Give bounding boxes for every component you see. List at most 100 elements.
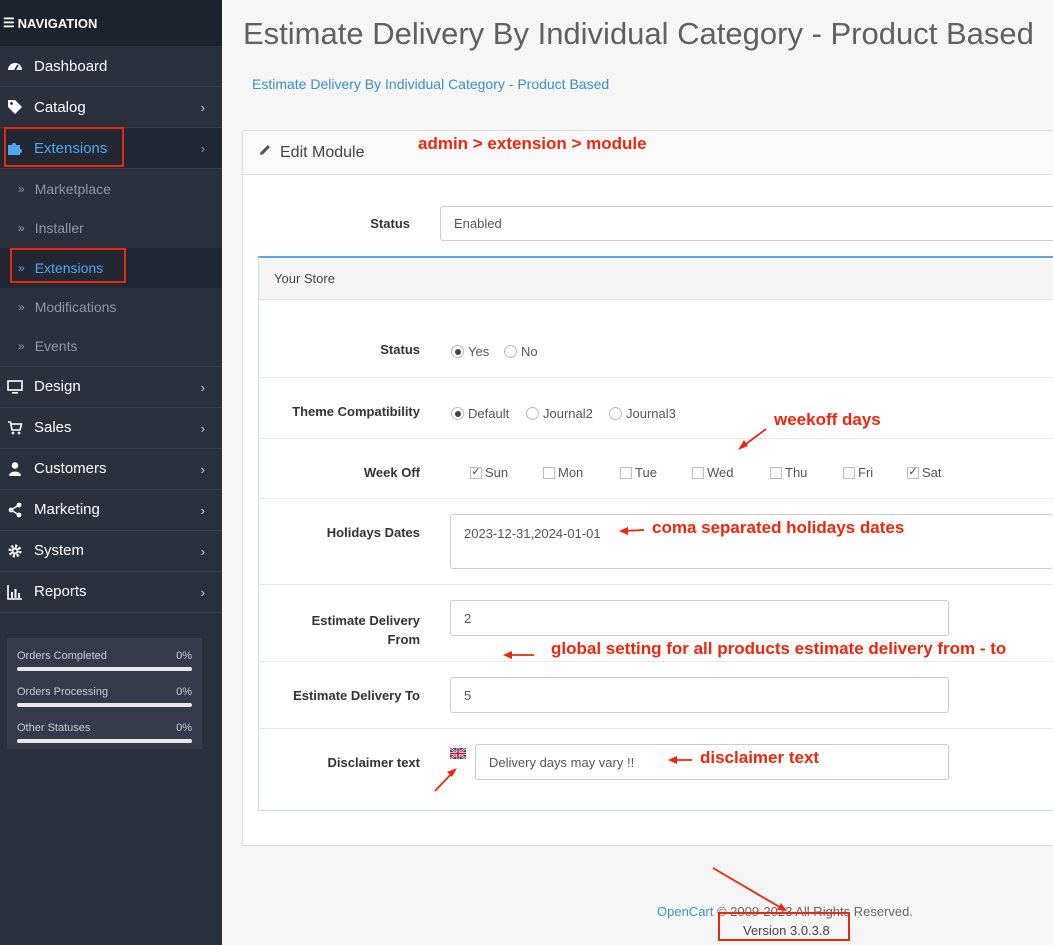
breadcrumb-link[interactable]: Estimate Delivery By Individual Category… bbox=[252, 76, 609, 92]
chevron-right-icon: › bbox=[200, 461, 205, 477]
sub-item-events[interactable]: » Events bbox=[0, 327, 222, 367]
store-heading: Your Store bbox=[259, 258, 1053, 300]
opencart-link[interactable]: OpenCart bbox=[657, 904, 713, 919]
status-no-radio[interactable]: No bbox=[504, 344, 538, 359]
row-separator bbox=[259, 584, 1053, 585]
double-chevron-icon: » bbox=[18, 300, 25, 315]
stat-label: Orders Completed bbox=[17, 650, 107, 662]
store-status-label: Status bbox=[380, 342, 420, 357]
checkbox-box bbox=[692, 466, 704, 479]
checkbox-label: Wed bbox=[707, 465, 734, 480]
stat-label: Other Statuses bbox=[17, 722, 91, 734]
checkbox-label: Sat bbox=[922, 465, 942, 480]
menu-item-dashboard[interactable]: Dashboard bbox=[0, 46, 222, 87]
delivery-from-label: Estimate Delivery From bbox=[280, 611, 420, 649]
stat-progress-bar bbox=[17, 667, 192, 671]
chevron-right-icon: › bbox=[200, 100, 205, 115]
weekoff-tue-checkbox[interactable]: Tue bbox=[620, 465, 657, 480]
checkmark-icon: ✓ bbox=[907, 466, 919, 479]
delivery-from-input[interactable]: 2 bbox=[450, 600, 949, 636]
weekoff-thu-checkbox[interactable]: Thu bbox=[770, 465, 807, 480]
radio-circle bbox=[504, 345, 517, 358]
chevron-right-icon: › bbox=[200, 141, 205, 156]
theme-journal2-radio[interactable]: Journal2 bbox=[526, 406, 593, 421]
delivery-from-label-line2: From bbox=[387, 632, 421, 647]
stat-value: 0% bbox=[176, 722, 192, 734]
menu-label: Reports bbox=[34, 583, 87, 600]
sub-label: Installer bbox=[34, 220, 84, 237]
sub-item-modifications[interactable]: » Modifications bbox=[0, 287, 222, 327]
row-separator bbox=[259, 498, 1053, 499]
sub-item-marketplace[interactable]: » Marketplace bbox=[0, 169, 222, 209]
delivery-to-label: Estimate Delivery To bbox=[293, 688, 420, 703]
checkbox-label: Fri bbox=[858, 465, 874, 480]
sub-item-installer[interactable]: » Installer bbox=[0, 208, 222, 248]
checkmark-icon: ✓ bbox=[470, 466, 482, 479]
menu-label: Dashboard bbox=[34, 57, 108, 75]
theme-default-radio[interactable]: Default bbox=[451, 406, 509, 421]
row-separator bbox=[259, 438, 1053, 439]
annotation-path: admin > extension > module bbox=[418, 134, 647, 153]
menu-item-sales[interactable]: Sales › bbox=[0, 408, 222, 449]
panel-heading-label: Edit Module bbox=[280, 143, 365, 161]
delivery-to-input[interactable]: 5 bbox=[450, 677, 949, 713]
radio-circle bbox=[451, 345, 464, 358]
stat-progress-bar bbox=[17, 739, 192, 743]
uk-flag-icon bbox=[450, 748, 466, 759]
annotation-box-version bbox=[718, 912, 850, 941]
menu-label: Customers bbox=[34, 460, 107, 477]
double-chevron-icon: » bbox=[18, 181, 25, 196]
stat-value: 0% bbox=[176, 650, 192, 662]
menu-label: Sales bbox=[34, 419, 72, 436]
sub-label: Marketplace bbox=[34, 180, 111, 197]
delivery-from-label-line1: Estimate Delivery bbox=[311, 613, 420, 628]
weekoff-wed-checkbox[interactable]: Wed bbox=[692, 465, 734, 480]
double-chevron-icon: » bbox=[18, 221, 25, 236]
chevron-right-icon: › bbox=[200, 420, 205, 436]
radio-label: Default bbox=[468, 406, 510, 421]
module-status-select[interactable]: Enabled bbox=[440, 206, 1053, 241]
stat-value: 0% bbox=[176, 686, 192, 698]
panel-heading: Edit Module bbox=[243, 131, 1053, 175]
tag-icon bbox=[7, 99, 23, 115]
order-stats: Orders Completed 0% Orders Processing 0% O… bbox=[7, 638, 202, 749]
row-separator bbox=[259, 661, 1053, 662]
weekoff-mon-checkbox[interactable]: Mon bbox=[543, 465, 583, 480]
chevron-right-icon: › bbox=[200, 584, 205, 600]
stat-orders-processing: Orders Processing 0% bbox=[17, 686, 192, 720]
gear-icon bbox=[7, 543, 23, 559]
menu-item-marketing[interactable]: Marketing › bbox=[0, 490, 222, 531]
status-label: Status bbox=[370, 216, 410, 231]
user-icon bbox=[7, 461, 23, 477]
radio-label: Journal2 bbox=[543, 406, 593, 421]
radio-label: Journal3 bbox=[626, 406, 676, 421]
checkbox-label: Tue bbox=[635, 465, 657, 480]
checkbox-box bbox=[843, 466, 855, 479]
radio-circle bbox=[609, 407, 622, 420]
menu-item-customers[interactable]: Customers › bbox=[0, 449, 222, 490]
theme-journal3-radio[interactable]: Journal3 bbox=[609, 406, 676, 421]
weekoff-fri-checkbox[interactable]: Fri bbox=[843, 465, 873, 480]
annotation-box-extensions-sub bbox=[10, 248, 126, 283]
checkbox-label: Thu bbox=[785, 465, 808, 480]
row-separator bbox=[259, 728, 1053, 729]
checkbox-box bbox=[620, 466, 632, 479]
stat-orders-completed: Orders Completed 0% bbox=[17, 650, 192, 684]
annotation-box-extensions-menu bbox=[4, 127, 124, 167]
weekoff-sun-checkbox[interactable]: ✓ Sun bbox=[470, 465, 508, 480]
menu-item-reports[interactable]: Reports › bbox=[0, 572, 222, 613]
menu-item-design[interactable]: Design › bbox=[0, 367, 222, 408]
menu-item-system[interactable]: System › bbox=[0, 531, 222, 572]
checkbox-box bbox=[770, 466, 782, 479]
status-yes-radio[interactable]: Yes bbox=[451, 344, 489, 359]
radio-circle bbox=[526, 407, 539, 420]
weekoff-sat-checkbox[interactable]: ✓ Sat bbox=[907, 465, 942, 480]
annotation-holidays: coma separated holidays dates bbox=[652, 518, 905, 537]
stat-label: Orders Processing bbox=[17, 686, 109, 698]
annotation-global: global setting for all products estimate… bbox=[551, 639, 1007, 658]
dashboard-icon bbox=[7, 58, 23, 74]
nav-header[interactable]: ☰ NAVIGATION bbox=[0, 0, 222, 46]
menu-label: Design bbox=[34, 378, 81, 395]
menu-item-catalog[interactable]: Catalog › bbox=[0, 87, 222, 128]
radio-label: No bbox=[521, 344, 538, 359]
